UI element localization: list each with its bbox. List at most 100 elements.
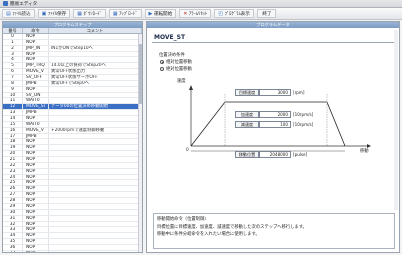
step-command: JMPB (23, 110, 49, 116)
y-axis-arrow (189, 85, 193, 90)
open-file-icon: ▤ (6, 10, 11, 17)
step-command: NOP (23, 168, 49, 174)
step-comment (49, 157, 142, 162)
acceleration-input[interactable]: 2000 (259, 111, 291, 118)
target-speed-field: 目標速度 3000 [rpm] (235, 89, 304, 96)
step-number: 33 (3, 227, 23, 233)
radio-button[interactable] (160, 60, 164, 64)
step-comment (49, 174, 142, 180)
step-command: MOVE_ST (23, 104, 49, 110)
radio-absolute-move[interactable]: 絶対位置移動 (160, 66, 192, 72)
step-command: JMP_IN (23, 45, 49, 51)
run-start-button[interactable]: ▶ 運転開始 (144, 9, 177, 18)
step-number: 32 (3, 221, 23, 227)
program-view-button[interactable]: ◰ ﾌﾟﾛｸﾞﾗﾑ表示 (214, 9, 254, 18)
step-command: NOP (23, 244, 49, 250)
step-command: NOP (23, 233, 49, 239)
step-command: NOP (23, 239, 49, 244)
step-comment (49, 34, 142, 39)
step-number: 29 (3, 203, 23, 209)
app-icon (3, 1, 8, 6)
step-number: 1 (3, 39, 23, 45)
scrollbar-thumb[interactable] (139, 44, 142, 104)
column-command: 命令 (23, 28, 49, 33)
stop-icon: ✕ (183, 10, 188, 17)
step-command: MOVE_V (23, 127, 49, 133)
step-comment (49, 92, 142, 98)
step-command: NOP (23, 151, 49, 157)
monitor-icon: ◰ (218, 10, 224, 17)
step-table-scrollbar[interactable] (138, 34, 142, 252)
step-number: 19 (3, 145, 23, 151)
step-comment (49, 110, 142, 116)
step-command: WAIT0 (23, 121, 49, 127)
open-file-button[interactable]: ▤ ﾌｧｲﾙ読込 (2, 9, 35, 18)
step-number: 7 (3, 75, 23, 80)
step-comment (49, 203, 142, 209)
step-number: 31 (3, 215, 23, 221)
step-number: 20 (3, 151, 23, 157)
step-number: 3 (3, 51, 23, 57)
step-comment (49, 133, 142, 139)
step-comment: 14.0以上の負荷でStep20へ (49, 63, 142, 69)
step-number: 24 (3, 174, 23, 180)
step-command: NOP (23, 34, 49, 39)
column-comment: コメント (49, 28, 142, 33)
data-panel-scrollbar[interactable] (394, 30, 398, 210)
step-comment (49, 198, 142, 203)
step-comment: IN1がONでStep10へ (49, 45, 142, 51)
program-step-panel: プログラムステップ 番号 命令 コメント 0 NOP 1 NOP 2 JMP_IN IN1が… (2, 21, 143, 253)
step-comment (49, 221, 142, 227)
step-comment (49, 192, 142, 198)
deceleration-input[interactable]: 100 (259, 121, 291, 128)
step-command: NOP (23, 209, 49, 215)
move-position-input[interactable]: 2048000 (259, 151, 291, 158)
table-row[interactable]: 37NOP (3, 250, 142, 252)
step-comment (49, 139, 142, 145)
step-table-body: 0 NOP 1 NOP 2 JMP_IN IN1がONでStep10へ 3 NOP 4 NOP 5 JM… (3, 34, 142, 252)
step-number: 0 (3, 34, 23, 39)
y-axis-label: 速度 (177, 79, 186, 84)
step-command: NOP (23, 250, 49, 252)
step-command: NOP (23, 86, 49, 92)
download-button[interactable]: ▦ ﾀﾞｳﾝﾛｰﾄﾞ (73, 9, 106, 18)
save-icon: ▣ (41, 10, 47, 17)
target-speed-input[interactable]: 3000 (259, 89, 291, 96)
step-command: MOVE_V (23, 69, 49, 75)
step-command: NOP (23, 215, 49, 221)
step-number: 25 (3, 180, 23, 186)
step-comment (49, 227, 142, 233)
radio-button[interactable] (160, 67, 164, 71)
alarm-reset-button[interactable]: ✕ ｱﾗｰﾑﾘｾｯﾄ (179, 9, 212, 18)
step-comment (49, 121, 142, 127)
download-icon: ▦ (112, 10, 118, 17)
step-command: NOP (23, 180, 49, 186)
step-comment: 異常OFFでStep0へ (49, 80, 142, 86)
step-number: 13 (3, 110, 23, 116)
column-number: 番号 (3, 28, 23, 33)
program-data-panel: プログラムデータ MOVE_ST 位置決め条件 相対位置移動 絶対位置移動 速度… (146, 21, 400, 253)
step-comment (49, 145, 142, 151)
step-number: 5 (3, 63, 23, 69)
step-number: 2 (3, 45, 23, 51)
speed-profile-diagram: 速度 移動 0 目標速度 3000 [rpm] 加速度 2000 [10rpm/… (177, 79, 372, 162)
step-comment (49, 233, 142, 239)
step-command: NOP (23, 186, 49, 192)
step-comment (49, 39, 142, 45)
save-file-button[interactable]: ▣ ﾌｧｲﾙ保存 (37, 9, 71, 18)
step-comment (49, 186, 142, 192)
play-icon: ▶ (148, 10, 153, 17)
exit-button[interactable]: 終了 (256, 9, 276, 18)
upload-button[interactable]: ▦ ｱｯﾌﾟﾛｰﾄﾞ (108, 9, 142, 18)
step-number: 9 (3, 86, 23, 92)
step-command: JMP_TRQ (23, 63, 49, 69)
step-comment (49, 180, 142, 186)
step-command: NOP (23, 203, 49, 209)
step-comment (49, 116, 142, 121)
step-comment (49, 86, 142, 92)
step-comment (49, 250, 142, 252)
radio-relative-move[interactable]: 相対位置移動 (160, 59, 192, 65)
step-comment (49, 244, 142, 250)
step-number: 26 (3, 186, 23, 192)
step-comment: 異常OFF状態出力 (49, 69, 142, 75)
